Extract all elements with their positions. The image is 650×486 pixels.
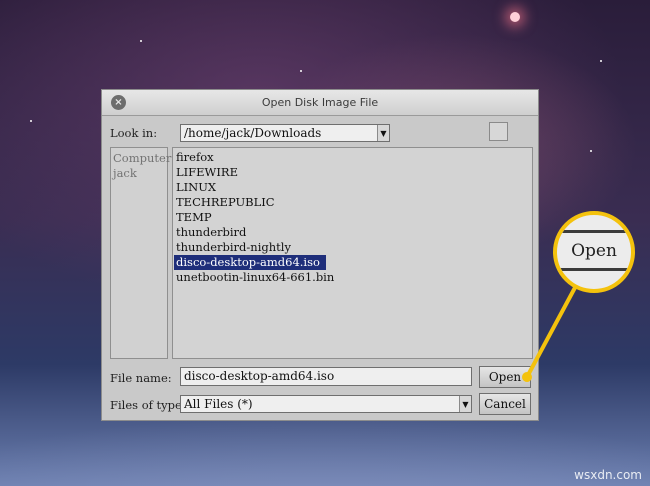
open-button[interactable]: Open: [479, 366, 531, 388]
list-item[interactable]: LIFEWIRE: [174, 165, 326, 180]
chevron-down-icon[interactable]: ▼: [377, 125, 389, 141]
star: [300, 70, 302, 72]
files-of-type-dropdown[interactable]: All Files (*) ▼: [180, 395, 472, 413]
open-disk-image-dialog: × Open Disk Image File Look in: /home/ja…: [101, 89, 539, 421]
chevron-down-icon[interactable]: ▼: [459, 396, 471, 412]
list-item[interactable]: thunderbird: [174, 225, 326, 240]
list-item[interactable]: thunderbird-nightly: [174, 240, 326, 255]
star: [600, 60, 602, 62]
callout-divider: [557, 230, 631, 233]
sidebar-item-computer[interactable]: Computer: [113, 151, 171, 166]
new-folder-icon[interactable]: [489, 122, 508, 141]
list-item[interactable]: LINUX: [174, 180, 326, 195]
star: [30, 120, 32, 122]
callout-open-label: Open: [571, 241, 617, 261]
files-of-type-value: All Files (*): [184, 397, 253, 411]
cancel-button[interactable]: Cancel: [479, 393, 531, 415]
dialog-titlebar: × Open Disk Image File: [102, 90, 538, 116]
sidebar-item-jack[interactable]: jack: [113, 166, 165, 181]
watermark: wsxdn.com: [574, 468, 642, 482]
star: [590, 150, 592, 152]
places-sidebar: Computer jack: [110, 147, 171, 359]
list-item-selected[interactable]: disco-desktop-amd64.iso: [174, 255, 326, 270]
files-of-type-label: Files of type:: [110, 398, 186, 412]
callout-divider: [557, 268, 631, 271]
list-item[interactable]: firefox: [174, 150, 326, 165]
dialog-title: Open Disk Image File: [261, 96, 379, 109]
look-in-value: /home/jack/Downloads: [184, 126, 322, 140]
list-item[interactable]: unetbootin-linux64-661.bin: [174, 270, 334, 285]
file-name-input[interactable]: disco-desktop-amd64.iso: [180, 367, 472, 386]
look-in-label: Look in:: [110, 126, 158, 140]
open-button-callout: Open: [553, 211, 635, 293]
star: [140, 40, 142, 42]
list-item[interactable]: TEMP: [174, 210, 326, 225]
bright-star: [510, 12, 520, 22]
look-in-dropdown[interactable]: /home/jack/Downloads ▼: [180, 124, 390, 142]
file-name-label: File name:: [110, 371, 172, 385]
list-item[interactable]: TECHREPUBLIC: [174, 195, 326, 210]
file-list: firefox LIFEWIRE LINUX TECHREPUBLIC TEMP…: [172, 147, 533, 359]
